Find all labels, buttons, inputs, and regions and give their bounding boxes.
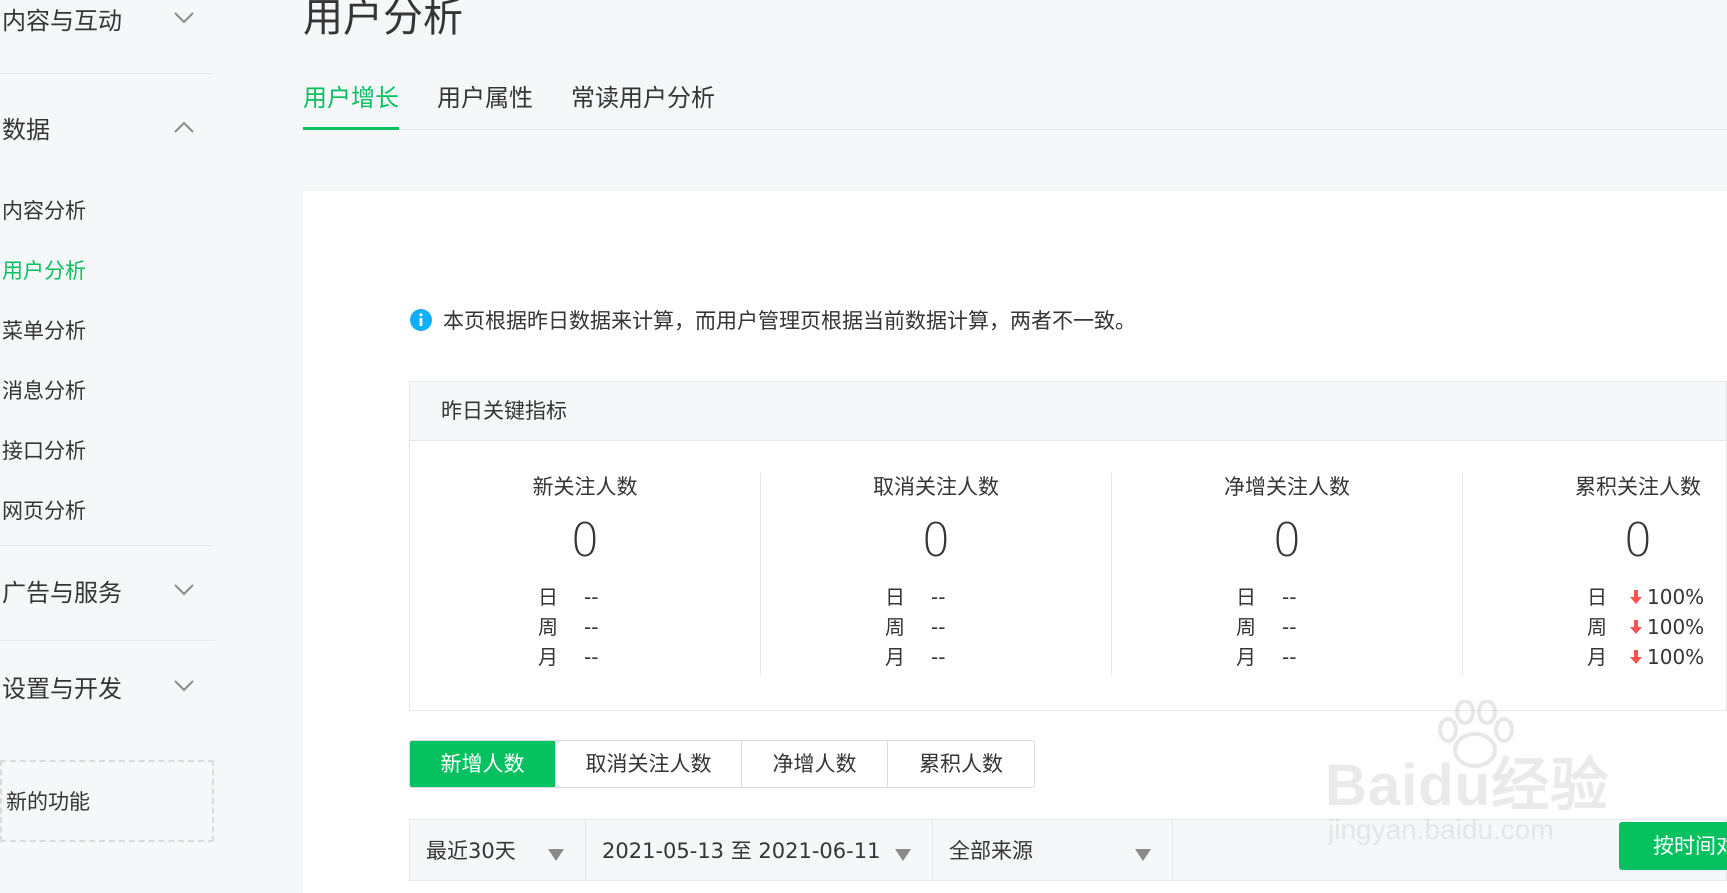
metric-new-follows: 新关注人数 0 日 -- 周 -- 月 --	[410, 473, 760, 675]
metric-value: 0	[921, 513, 951, 567]
metric-value: 0	[570, 513, 600, 567]
tab-user-growth[interactable]: 用户增长	[303, 76, 399, 130]
key-metrics-title: 昨日关键指标	[410, 382, 1726, 441]
metric-row-month: 月 --	[1236, 645, 1297, 669]
sidebar-group-data[interactable]: 数据	[0, 97, 214, 157]
metric-row-week: 周 --	[538, 615, 599, 639]
sidebar: 内容与互动 数据 内容分析 用户分析 菜单分析 消息分析 接口分析 网页分析 广…	[0, 0, 214, 893]
watermark-sub-text: jingyan.baidu.com	[1328, 814, 1554, 845]
new-feature-label: 新的功能	[6, 790, 90, 814]
chevron-down-icon	[172, 6, 196, 30]
date-range-picker[interactable]: 2021-05-13 至 2021-06-11	[586, 819, 933, 881]
tab-bar: 用户增长 用户属性 常读用户分析	[303, 76, 1727, 130]
sidebar-divider	[0, 545, 214, 546]
data-type-tabs: 新增人数 取消关注人数 净增人数 累积人数	[409, 740, 1035, 788]
metric-row-day: 日 --	[1236, 585, 1297, 609]
key-metrics-card: 昨日关键指标 新关注人数 0 日 -- 周 -- 月 -- 取消关注人数 0 日 -- …	[409, 381, 1727, 711]
chevron-down-icon	[172, 578, 196, 602]
sidebar-divider	[0, 640, 214, 641]
source-select-value: 全部来源	[949, 839, 1033, 863]
range-select[interactable]: 最近30天	[410, 819, 586, 881]
sidebar-group-settings-dev[interactable]: 设置与开发	[0, 656, 214, 716]
metric-row-day: 日 --	[538, 585, 599, 609]
baidu-watermark: Baidu经验 jingyan.baidu.com	[1320, 700, 1640, 860]
metric-row-month: 月 --	[538, 645, 599, 669]
metric-cumulative-follows: 累积关注人数 0 日 100% 周 100% 月 100%	[1463, 473, 1727, 675]
dropdown-triangle-icon	[894, 843, 912, 861]
sidebar-item-message-analysis[interactable]: 消息分析	[2, 376, 86, 406]
chevron-up-icon	[172, 115, 196, 139]
metric-label: 累积关注人数	[1575, 475, 1701, 499]
tab-net-count[interactable]: 净增人数	[742, 741, 888, 787]
down-arrow-icon	[1627, 649, 1645, 665]
metric-value: 0	[1272, 513, 1302, 567]
tab-new-count[interactable]: 新增人数	[410, 741, 556, 787]
metric-label: 净增关注人数	[1224, 475, 1350, 499]
sidebar-item-api-analysis[interactable]: 接口分析	[2, 436, 86, 466]
sidebar-group-content-interaction[interactable]: 内容与互动	[0, 0, 214, 48]
sidebar-divider	[0, 73, 214, 74]
watermark-main-text: Baidu经验	[1325, 753, 1610, 818]
metric-label: 新关注人数	[532, 475, 638, 499]
sidebar-item-user-analysis[interactable]: 用户分析	[2, 256, 86, 286]
sidebar-item-content-analysis[interactable]: 内容分析	[2, 196, 86, 226]
metric-row-week: 周 --	[885, 615, 946, 639]
sidebar-group-ads-services[interactable]: 广告与服务	[0, 560, 214, 620]
down-arrow-icon	[1627, 589, 1645, 605]
sidebar-group-label: 数据	[2, 115, 50, 144]
metric-row-week: 周 100%	[1587, 615, 1705, 639]
dropdown-triangle-icon	[1134, 843, 1152, 861]
tab-user-attributes[interactable]: 用户属性	[437, 76, 533, 130]
sidebar-item-menu-analysis[interactable]: 菜单分析	[2, 316, 86, 346]
metric-net-follows: 净增关注人数 0 日 -- 周 -- 月 --	[1112, 473, 1462, 675]
date-range-value: 2021-05-13 至 2021-06-11	[602, 839, 881, 863]
metric-label: 取消关注人数	[873, 475, 999, 499]
sidebar-group-label: 广告与服务	[2, 578, 122, 607]
sidebar-group-label: 内容与互动	[2, 6, 122, 35]
metric-row-week: 周 --	[1236, 615, 1297, 639]
tab-unfollow-count[interactable]: 取消关注人数	[556, 741, 742, 787]
tab-frequent-readers[interactable]: 常读用户分析	[571, 76, 715, 130]
notice-text: 本页根据昨日数据来计算，而用户管理页根据当前数据计算，两者不一致。	[443, 309, 1136, 333]
page-title: 用户分析	[303, 0, 463, 41]
range-select-value: 最近30天	[426, 839, 516, 863]
down-arrow-icon	[1627, 619, 1645, 635]
metric-unfollows: 取消关注人数 0 日 -- 周 -- 月 --	[761, 473, 1111, 675]
chevron-down-icon	[172, 674, 196, 698]
notice: 本页根据昨日数据来计算，而用户管理页根据当前数据计算，两者不一致。	[409, 305, 1136, 335]
metric-row-day: 日 --	[885, 585, 946, 609]
source-select[interactable]: 全部来源	[933, 819, 1173, 881]
metric-row-month: 月 --	[885, 645, 946, 669]
new-feature-box[interactable]: 新的功能	[0, 760, 214, 842]
tab-cumulative-count[interactable]: 累积人数	[888, 741, 1034, 787]
metric-value: 0	[1623, 513, 1653, 567]
sidebar-item-webpage-analysis[interactable]: 网页分析	[2, 496, 86, 526]
sidebar-group-label: 设置与开发	[2, 674, 122, 703]
info-icon	[409, 308, 433, 332]
dropdown-triangle-icon	[547, 843, 565, 861]
metric-row-month: 月 100%	[1587, 645, 1705, 669]
metric-row-day: 日 100%	[1587, 585, 1705, 609]
